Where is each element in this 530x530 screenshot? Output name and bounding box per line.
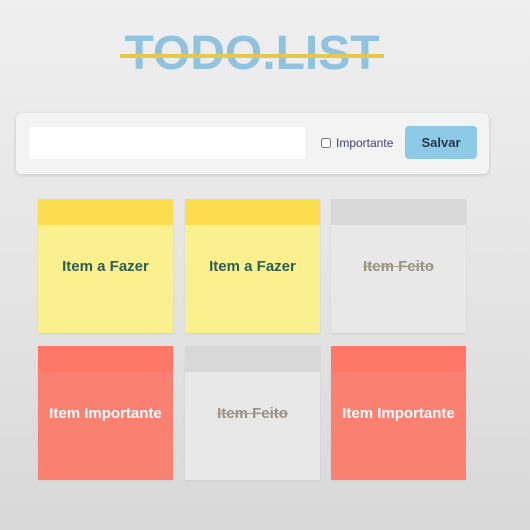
save-button[interactable]: Salvar (405, 126, 477, 159)
note-text: Item a Fazer (185, 225, 320, 333)
note-card[interactable]: Item Importante (38, 346, 173, 480)
important-label: Importante (336, 136, 394, 150)
note-card[interactable]: Item Importante (331, 346, 466, 480)
note-header (185, 199, 320, 225)
important-checkbox[interactable] (321, 138, 331, 148)
note-header (38, 199, 173, 225)
note-text: Item Importante (331, 372, 466, 480)
note-text: Item Feito (331, 225, 466, 333)
note-header (38, 346, 173, 372)
title-strikethrough (120, 54, 384, 58)
add-todo-form: Importante Salvar (16, 113, 489, 174)
note-header (185, 346, 320, 372)
note-card[interactable]: Item Feito (331, 199, 466, 333)
app-title: TODO.LIST (0, 28, 504, 80)
app-title-wrapper: TODO.LIST (120, 28, 384, 80)
note-header (331, 346, 466, 372)
note-card[interactable]: Item a Fazer (38, 199, 173, 333)
important-option[interactable]: Importante (321, 135, 393, 151)
note-text: Item Feito (185, 372, 320, 480)
todo-text-input[interactable] (29, 127, 305, 159)
note-text: Item Importante (38, 372, 173, 480)
note-card[interactable]: Item Feito (185, 346, 320, 480)
note-card[interactable]: Item a Fazer (185, 199, 320, 333)
note-text: Item a Fazer (38, 225, 173, 333)
note-header (331, 199, 466, 225)
